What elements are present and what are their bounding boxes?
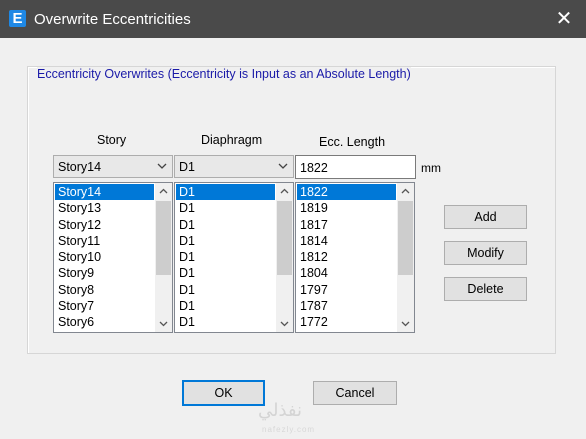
chevron-down-icon (278, 163, 288, 169)
diaphragm-dropdown-value: D1 (179, 160, 195, 174)
diaphragm-list[interactable]: D1 D1 D1 D1 D1 D1 D1 D1 D1 (174, 182, 294, 333)
diaphragm-list-item[interactable]: D1 (176, 200, 275, 216)
scroll-down-icon[interactable] (397, 315, 414, 332)
ecc-length-list-item[interactable]: 1797 (297, 282, 396, 298)
story-list-item[interactable]: Story7 (55, 298, 154, 314)
story-list-scrollbar[interactable] (155, 183, 172, 332)
title-bar: E Overwrite Eccentricities ✕ (0, 0, 586, 38)
cancel-button-label: Cancel (335, 386, 375, 400)
watermark-logo: نفذلي (258, 400, 303, 421)
diaphragm-column-header: Diaphragm (201, 133, 263, 147)
ecc-length-list-item[interactable]: 1822 (297, 184, 396, 201)
watermark-url: nafezly.com (262, 425, 316, 434)
ecc-length-input[interactable]: 1822 (295, 155, 416, 179)
delete-button[interactable]: Delete (444, 277, 527, 301)
modify-button[interactable]: Modify (444, 241, 527, 265)
modify-button-label: Modify (467, 246, 504, 260)
ecc-length-list-item[interactable]: 1812 (297, 249, 396, 265)
story-list-item[interactable]: Story11 (55, 233, 154, 249)
story-list-item[interactable]: Story6 (55, 314, 154, 330)
story-list-item[interactable]: Story9 (55, 265, 154, 281)
ok-button[interactable]: OK (182, 380, 265, 406)
ecc-length-list-item[interactable]: 1772 (297, 314, 396, 330)
diaphragm-list-item[interactable]: D1 (176, 265, 275, 281)
scroll-up-icon[interactable] (155, 183, 172, 200)
story-column-header: Story (97, 133, 127, 147)
ok-button-label: OK (214, 386, 233, 400)
scroll-up-icon[interactable] (276, 183, 293, 200)
diaphragm-list-scrollbar[interactable] (276, 183, 293, 332)
ecc-length-list-item[interactable]: 1814 (297, 233, 396, 249)
ecc-length-column-header: Ecc. Length (319, 135, 386, 149)
ecc-length-list-item[interactable]: 1817 (297, 217, 396, 233)
group-title: Eccentricity Overwrites (Eccentricity is… (37, 67, 411, 81)
app-icon: E (9, 10, 26, 27)
scroll-thumb[interactable] (156, 201, 171, 275)
scroll-thumb[interactable] (277, 201, 292, 275)
ecc-length-list-scrollbar[interactable] (397, 183, 414, 332)
story-list-item[interactable]: Story13 (55, 200, 154, 216)
diaphragm-list-item[interactable]: D1 (176, 249, 275, 265)
story-dropdown-value: Story14 (58, 160, 102, 174)
ecc-length-list-item[interactable]: 1787 (297, 298, 396, 314)
diaphragm-dropdown[interactable]: D1 (174, 155, 294, 178)
diaphragm-list-item[interactable]: D1 (176, 217, 275, 233)
story-list-item[interactable]: Story8 (55, 282, 154, 298)
ecc-length-list-item[interactable]: 1819 (297, 200, 396, 216)
diaphragm-list-item[interactable]: D1 (176, 233, 275, 249)
story-dropdown[interactable]: Story14 (53, 155, 173, 178)
story-list[interactable]: Story14 Story13 Story12 Story11 Story10 Story… (53, 182, 173, 333)
diaphragm-list-item[interactable]: D1 (176, 314, 275, 330)
story-list-item[interactable]: Story10 (55, 249, 154, 265)
cancel-button[interactable]: Cancel (313, 381, 397, 405)
scroll-thumb[interactable] (398, 201, 413, 275)
add-button-label: Add (474, 210, 497, 224)
diaphragm-list-item[interactable]: D1 (176, 184, 275, 201)
story-list-item[interactable]: Story14 (55, 184, 154, 201)
close-button[interactable]: ✕ (542, 0, 586, 38)
add-button[interactable]: Add (444, 205, 527, 229)
scroll-up-icon[interactable] (397, 183, 414, 200)
ecc-length-list[interactable]: 1822 1819 1817 1814 1812 1804 1797 1787 1772 (295, 182, 415, 333)
close-icon: ✕ (555, 8, 573, 30)
chevron-down-icon (157, 163, 167, 169)
scroll-down-icon[interactable] (276, 315, 293, 332)
window-title: Overwrite Eccentricities (34, 11, 191, 28)
diaphragm-list-item[interactable]: D1 (176, 282, 275, 298)
diaphragm-list-item[interactable]: D1 (176, 298, 275, 314)
delete-button-label: Delete (467, 282, 504, 296)
story-list-item[interactable]: Story12 (55, 217, 154, 233)
scroll-down-icon[interactable] (155, 315, 172, 332)
ecc-length-list-item[interactable]: 1804 (297, 265, 396, 281)
ecc-length-input-value: 1822 (300, 161, 328, 175)
unit-label: mm (421, 161, 441, 175)
